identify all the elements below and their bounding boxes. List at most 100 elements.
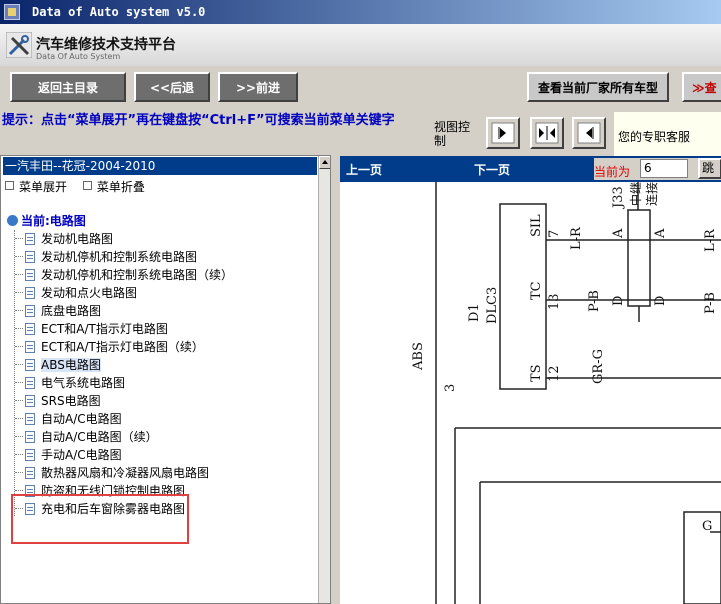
tree-item[interactable]: 发动机停机和控制系统电路图	[15, 248, 197, 266]
tree-branch-line	[15, 454, 23, 455]
current-page-input[interactable]: 6	[640, 159, 688, 178]
view-control-label: 视图控制	[434, 120, 471, 148]
header-banner: 汽车维修技术支持平台 Data Of Auto System	[0, 24, 721, 67]
collapse-box-icon	[82, 181, 92, 190]
service-panel[interactable]: 您的专职客服	[614, 112, 721, 156]
wiring-diagram-svg: ABS 3 D1 DLC3 SIL TC TS 7 13 12 L-R P-B …	[411, 182, 721, 604]
forward-button[interactable]: >>前进	[218, 72, 298, 102]
tree-item[interactable]: SRS电路图	[15, 392, 101, 410]
diagram-label-d1b: D	[611, 296, 626, 306]
search-hint: 提示：点击“菜单展开”再在键盘按“Ctrl+F”可搜索当前菜单关键字	[0, 108, 430, 148]
diagram-pin-12: 12	[547, 365, 562, 382]
document-icon	[25, 251, 35, 263]
split-arrows-icon	[535, 122, 559, 144]
menu-collapse-link[interactable]: 菜单折叠	[82, 180, 145, 194]
tree-item-label: 散热器风扇和冷凝器风扇电路图	[41, 466, 210, 480]
jump-button[interactable]: 跳转	[698, 158, 721, 179]
prev-page-link[interactable]: 上一页	[346, 161, 382, 178]
diagram-label-sil: SIL	[529, 214, 544, 237]
tree-item-label: ECT和A/T指示灯电路图（续）	[41, 340, 204, 354]
diagram-label-g: G	[702, 519, 712, 534]
document-icon	[25, 413, 35, 425]
tree-item[interactable]: 电气系统电路图	[15, 374, 125, 392]
menu-expand-link[interactable]: 菜单展开	[5, 180, 67, 194]
tree-item[interactable]: ECT和A/T指示灯电路图	[15, 320, 168, 338]
current-page-label: 当前为	[594, 165, 631, 179]
selection-highlight	[11, 494, 189, 544]
diagram-wire-pb: P-B	[587, 290, 602, 312]
tree-branch-line	[15, 328, 23, 329]
more-button[interactable]: ≫查	[682, 72, 721, 102]
diagram-wire-lr2: L-R	[703, 228, 718, 252]
view-expand-right-button[interactable]	[486, 117, 520, 149]
tree-scrollbar[interactable]	[318, 156, 330, 603]
menu-actions: 菜单展开 菜单折叠	[5, 178, 157, 195]
tree-branch-line	[15, 382, 23, 383]
diagram-pin-13: 13	[547, 293, 562, 310]
title-bar: Data of Auto system v5.0	[0, 0, 721, 24]
view-split-button[interactable]	[530, 117, 564, 149]
wiring-diagram[interactable]: ABS 3 D1 DLC3 SIL TC TS 7 13 12 L-R P-B …	[340, 182, 721, 604]
document-icon	[25, 467, 35, 479]
diagram-label-lianjie: 连接	[644, 182, 659, 206]
next-page-link[interactable]: 下一页	[474, 161, 510, 178]
tree-item[interactable]: 散热器风扇和冷凝器风扇电路图	[15, 464, 209, 482]
menu-expand-label: 菜单展开	[19, 180, 68, 194]
scroll-up-icon[interactable]	[319, 156, 330, 169]
expand-box-icon	[5, 181, 14, 190]
tree-item-label: ECT和A/T指示灯电路图	[41, 322, 168, 336]
app-icon[interactable]	[4, 4, 20, 20]
tree-item[interactable]: 发动和点火电路图	[15, 284, 137, 302]
globe-icon	[7, 215, 18, 226]
tree-item-label: 发动机停机和控制系统电路图	[41, 250, 198, 264]
document-icon	[25, 269, 35, 281]
tree-branch-line	[15, 310, 23, 311]
arrow-right-icon	[491, 122, 515, 144]
panel-splitter[interactable]	[332, 156, 340, 604]
tree-branch-line	[15, 418, 23, 419]
tree-item-label: 发动机电路图	[41, 232, 114, 246]
tree-item[interactable]: ECT和A/T指示灯电路图（续）	[15, 338, 204, 356]
tree-branch-line	[15, 346, 23, 347]
tree-item[interactable]: 发动机电路图	[15, 230, 113, 248]
all-models-button[interactable]: 查看当前厂家所有车型	[527, 72, 669, 102]
document-icon	[25, 323, 35, 335]
diagram-label-a1: A	[611, 228, 626, 239]
hint-text: 提示：点击“菜单展开”再在键盘按“Ctrl+F”可搜索当前菜单关键字	[2, 113, 395, 128]
document-icon	[25, 377, 35, 389]
tools-logo-icon	[6, 32, 32, 58]
pager-bar: 上一页 下一页 当前为 6 跳转	[340, 156, 721, 182]
tree-branch-line	[15, 274, 23, 275]
tree-item-label: SRS电路图	[41, 394, 101, 408]
tree-item[interactable]: 手动A/C电路图	[15, 446, 122, 464]
menu-collapse-label: 菜单折叠	[96, 180, 145, 194]
document-icon	[25, 431, 35, 443]
tree-item[interactable]: ABS电路图	[15, 356, 101, 374]
tree-item[interactable]: 自动A/C电路图（续）	[15, 428, 158, 446]
diagram-label-a2: A	[653, 228, 668, 239]
tree-item[interactable]: 自动A/C电路图	[15, 410, 122, 428]
window-title: Data of Auto system v5.0	[32, 5, 206, 19]
document-icon	[25, 287, 35, 299]
tree-item-label: 发动和点火电路图	[41, 286, 138, 300]
diagram-label-dlc3: DLC3	[485, 287, 500, 324]
tree-branch-line	[15, 436, 23, 437]
menu-tree-panel: 一汽丰田--花冠-2004-2010 菜单展开 菜单折叠 当前:电路图 发动机电…	[0, 155, 331, 604]
tree-item-label: 手动A/C电路图	[41, 448, 122, 462]
tree-item[interactable]: 发动机停机和控制系统电路图（续）	[15, 266, 233, 284]
app-subtitle: Data Of Auto System	[36, 52, 121, 61]
document-icon	[25, 233, 35, 245]
tree-item-label: 电气系统电路图	[41, 376, 126, 390]
tree-item[interactable]: 底盘电路图	[15, 302, 101, 320]
service-label: 您的专职客服	[618, 130, 691, 144]
back-button[interactable]: <<后退	[134, 72, 210, 102]
current-category[interactable]: 当前:电路图	[7, 212, 86, 229]
view-expand-left-button[interactable]	[572, 117, 606, 149]
document-icon	[25, 449, 35, 461]
tree-branch-line	[15, 400, 23, 401]
diagram-label-abs: ABS	[411, 342, 426, 371]
diagram-label-d2b: D	[653, 296, 668, 306]
document-icon	[25, 359, 35, 371]
home-button[interactable]: 返回主目录	[10, 72, 126, 102]
tree-item-label: 底盘电路图	[41, 304, 102, 318]
